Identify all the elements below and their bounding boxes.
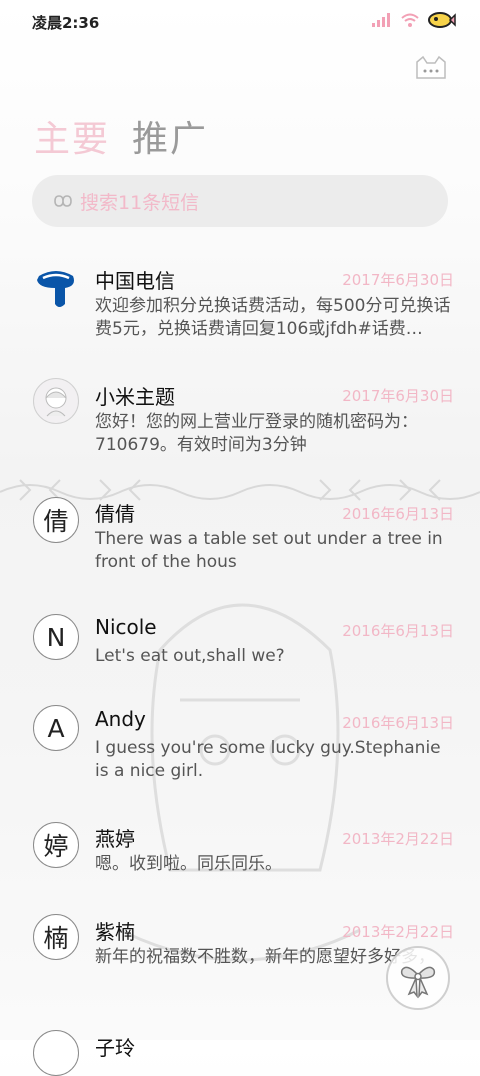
message-date: 2017年6月30日 [342,387,454,405]
avatar: 楠 [33,914,79,960]
message-preview: 新年的祝福数不胜数，新年的愿望好多好多，新年的问候依旧美好，在这个温馨的时 [95,946,430,992]
search-placeholder: 搜索11条短信 [80,191,200,214]
preview-text: 新年的祝福数不胜数，新年的愿望好多好多，新年的问候依旧美好，在这个温馨的时 [95,947,430,967]
contact-name: 中国电信 [95,269,175,293]
message-preview: There was a table set out under a tree i… [95,529,443,572]
contact-name: Nicole [95,615,157,639]
contact-name: 燕婷 [95,827,135,851]
message-date: 2017年6月30日 [342,271,454,289]
message-preview: 您好！您的网上营业厅登录的随机密码为：710679。有效时间为3分钟 [95,412,418,455]
tab-promotion[interactable]: 推广 [132,110,208,162]
message-preview: Let's eat out,shall we? [95,646,285,666]
contact-name: 紫楠 [95,920,135,944]
search-icon [54,195,72,207]
bow-icon [400,966,436,999]
china-telecom-logo-icon [33,264,79,310]
contact-name: 倩倩 [95,502,135,526]
message-preview: I guess you're some lucky guy.Stephanie … [95,738,441,781]
battery-fish-icon [428,12,456,28]
search-input[interactable]: 搜索11条短信 [32,175,448,227]
status-time: 凌晨2:36 [32,14,100,32]
status-bar: 凌晨2:36 [0,0,480,44]
girl-avatar-icon [45,387,67,417]
message-preview: 嗯。收到啦。同乐同乐。 [95,854,282,874]
contact-name: Andy [95,707,146,731]
compose-button[interactable] [386,946,450,1010]
message-preview: 欢迎参加积分兑换话费活动，每500分可兑换话费5元，兑换话费请回复106或jfd… [95,296,451,339]
cat-menu-icon[interactable] [414,54,448,82]
avatar: A [33,705,79,751]
tab-row: 主要 推广 [34,110,208,162]
message-date: 2016年6月13日 [342,714,454,732]
message-date: 2016年6月13日 [342,622,454,640]
contact-name: 小米主题 [95,385,175,409]
contact-name: 子玲 [95,1036,135,1060]
avatar: 婷 [33,822,79,868]
avatar: 倩 [33,497,79,543]
message-date: 2013年2月22日 [342,830,454,848]
message-date: 2013年2月22日 [342,923,454,941]
avatar: N [33,614,79,660]
avatar [33,1030,79,1076]
signal-icon [372,13,390,27]
tab-main[interactable]: 主要 [34,110,110,162]
status-icons [372,11,456,29]
message-date: 2016年6月13日 [342,505,454,523]
wifi-icon [401,13,419,27]
avatar [33,378,79,424]
